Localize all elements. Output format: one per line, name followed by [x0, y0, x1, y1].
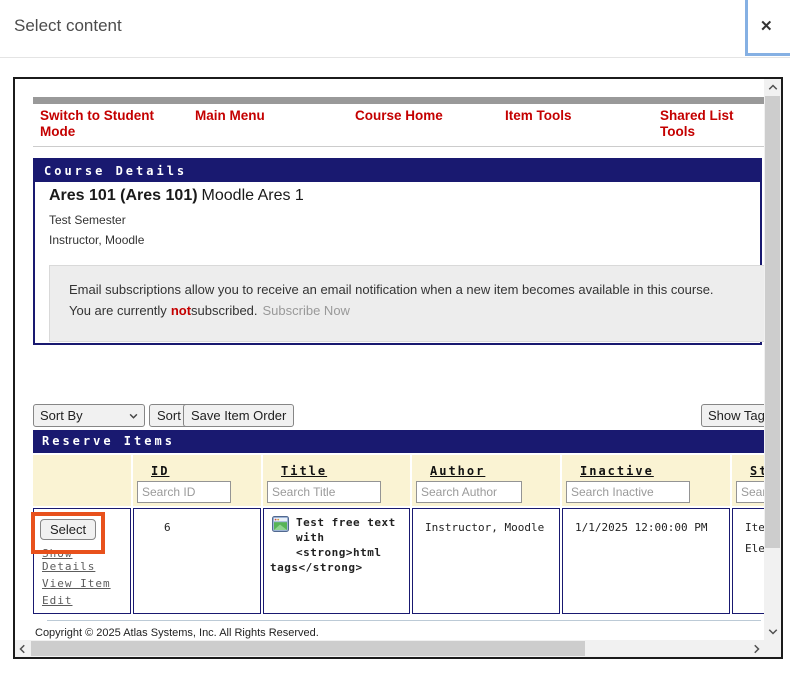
- scroll-right-icon: [751, 644, 761, 654]
- row-actions-cell: Select Show Details View Item Edit: [33, 508, 131, 614]
- title-column-header: Title: [263, 455, 410, 506]
- footer-divider: [47, 620, 761, 621]
- nav-main-menu[interactable]: Main Menu: [195, 108, 335, 124]
- show-tags-button[interactable]: Show Tags: [701, 404, 764, 427]
- inactive-column-label[interactable]: Inactive: [580, 464, 730, 478]
- search-title-input[interactable]: [267, 481, 381, 503]
- course-title: Ares 101 (Ares 101)Moodle Ares 1: [49, 187, 304, 205]
- search-id-input[interactable]: [137, 481, 231, 503]
- nav-shared-list-tools[interactable]: Shared List Tools: [660, 108, 764, 140]
- web-document-icon: [272, 516, 289, 532]
- select-content-dialog: Select content ✕ Switch to Student Mode …: [0, 0, 790, 675]
- author-column-header: Author: [412, 455, 560, 506]
- scroll-up-icon: [768, 83, 778, 93]
- nav-course-home[interactable]: Course Home: [355, 108, 495, 124]
- row-status-cell: Item Elec: [732, 508, 764, 614]
- email-note-line: Email subscriptions allow you to receive…: [69, 279, 764, 300]
- id-column-label[interactable]: ID: [151, 464, 261, 478]
- row-author-cell: Instructor, Moodle: [412, 508, 560, 614]
- dialog-title: Select content: [14, 16, 122, 36]
- scroll-up-button[interactable]: [764, 79, 781, 96]
- title-column-label[interactable]: Title: [281, 464, 410, 478]
- edit-link[interactable]: Edit: [42, 594, 126, 607]
- inactive-column-header: Inactive: [562, 455, 730, 506]
- course-instructor: Instructor, Moodle: [49, 233, 144, 247]
- vertical-scrollbar[interactable]: [764, 79, 781, 640]
- status-column-label[interactable]: Status: [750, 464, 764, 478]
- scroll-down-icon: [768, 626, 778, 636]
- nav-item-tools[interactable]: Item Tools: [505, 108, 645, 124]
- vertical-scrollbar-thumb[interactable]: [765, 96, 780, 548]
- course-semester: Test Semester: [49, 213, 126, 227]
- top-partial-bar: [33, 97, 764, 104]
- table-row: Select Show Details View Item Edit 6: [33, 508, 764, 614]
- email-status-prefix: You are currently: [69, 303, 167, 318]
- course-details-header: Course Details: [35, 160, 760, 182]
- email-status-suffix: subscribed.: [191, 303, 257, 318]
- row-status-line1: Item: [745, 519, 764, 536]
- reserve-items-header: Reserve Items: [33, 430, 764, 453]
- scroll-left-icon: [18, 644, 28, 654]
- row-inactive-cell: 1/1/2025 12:00:00 PM: [562, 508, 730, 614]
- row-id-cell: 6: [133, 508, 261, 614]
- course-name: Moodle Ares 1: [202, 187, 304, 204]
- search-author-input[interactable]: [416, 481, 522, 503]
- nav-divider: [33, 146, 764, 147]
- save-item-order-button[interactable]: Save Item Order: [183, 404, 294, 427]
- horizontal-scrollbar[interactable]: [15, 640, 764, 657]
- status-column-header: Status: [732, 455, 764, 506]
- author-column-label[interactable]: Author: [430, 464, 560, 478]
- subscribe-now-link[interactable]: Subscribe Now: [263, 303, 350, 318]
- row-status-line2: Elec: [745, 540, 764, 557]
- sort-by-selected-value: Sort By: [40, 408, 83, 423]
- scrollbar-corner: [764, 640, 781, 657]
- copyright-text: Copyright © 2025 Atlas Systems, Inc. All…: [35, 627, 319, 639]
- actions-column-header: [33, 455, 131, 506]
- search-inactive-input[interactable]: [566, 481, 690, 503]
- email-subscription-notice: Email subscriptions allow you to receive…: [49, 265, 764, 342]
- search-status-input[interactable]: [736, 481, 764, 503]
- nav-switch-to-student-mode[interactable]: Switch to Student Mode: [40, 108, 190, 140]
- header-divider: [0, 57, 790, 58]
- show-details-link[interactable]: Show Details: [42, 547, 126, 573]
- close-icon[interactable]: ✕: [760, 17, 773, 35]
- course-code: Ares 101 (Ares 101): [49, 187, 198, 204]
- content-frame: Switch to Student Mode Main Menu Course …: [13, 77, 783, 659]
- frame-viewport: Switch to Student Mode Main Menu Course …: [15, 79, 764, 640]
- scroll-left-button[interactable]: [15, 640, 31, 657]
- scroll-right-button[interactable]: [747, 640, 764, 657]
- sort-by-select[interactable]: Sort By: [33, 404, 145, 427]
- table-header-row: ID Title Author Inactive: [33, 455, 764, 506]
- email-status-line: You are currently notsubscribed. Subscribe…: [69, 300, 764, 321]
- chevron-down-icon: [129, 411, 138, 420]
- course-details-section: Course Details Ares 101 (Ares 101)Moodle…: [33, 158, 762, 345]
- view-item-link[interactable]: View Item: [42, 577, 126, 590]
- row-title-cell: Test free text with <strong>html tags</s…: [263, 508, 410, 614]
- horizontal-scrollbar-thumb[interactable]: [31, 641, 585, 656]
- scroll-down-button[interactable]: [764, 622, 781, 640]
- reserve-items-table: ID Title Author Inactive: [31, 453, 764, 616]
- select-button[interactable]: Select: [40, 519, 96, 540]
- email-status-not: not: [171, 303, 191, 318]
- id-column-header: ID: [133, 455, 261, 506]
